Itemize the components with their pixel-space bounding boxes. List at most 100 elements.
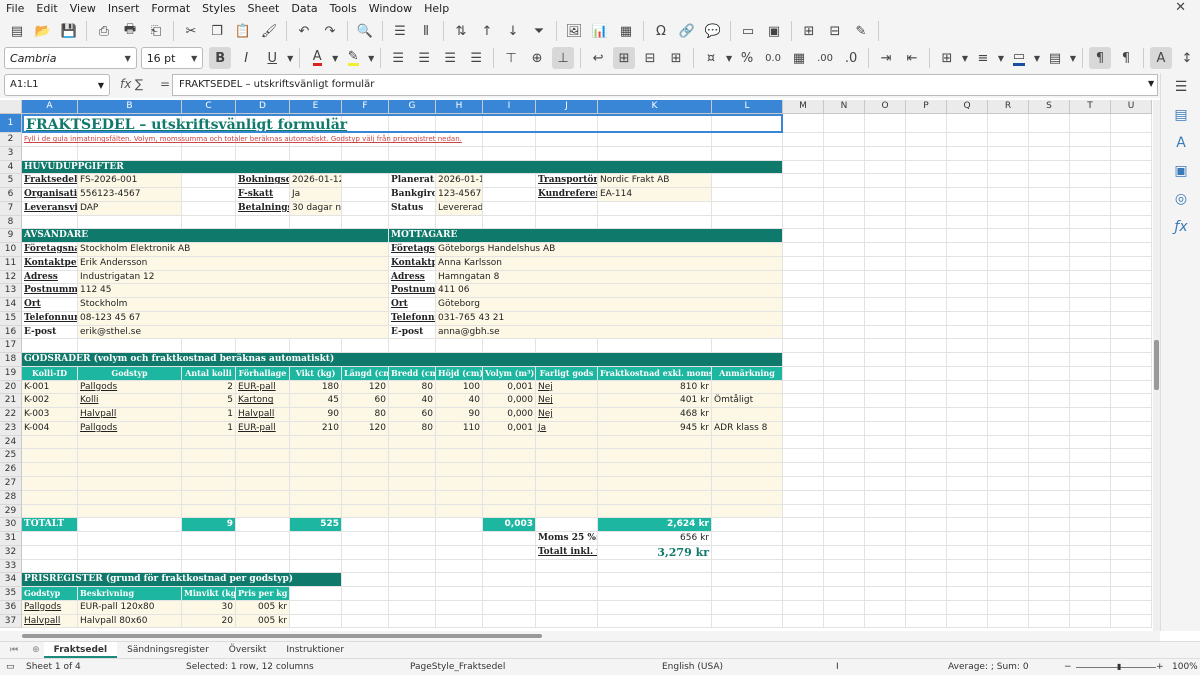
column-header[interactable]: E: [290, 100, 342, 114]
chevron-down-icon[interactable]: ▼: [1068, 47, 1078, 69]
grid-cell[interactable]: [988, 421, 1029, 436]
goods-cell[interactable]: 0,000: [483, 408, 536, 422]
grid-cell[interactable]: [988, 146, 1029, 161]
column-header[interactable]: R: [988, 100, 1029, 114]
goods-cell[interactable]: [290, 449, 342, 464]
grid-cell[interactable]: [947, 284, 988, 299]
grid-cell[interactable]: [906, 435, 947, 450]
goods-column-header[interactable]: Godstyp: [78, 366, 182, 381]
grid-cell[interactable]: [182, 146, 236, 161]
grid-cell[interactable]: [906, 325, 947, 340]
grid-cell[interactable]: [783, 366, 824, 381]
merge-center-icon[interactable]: ⊞: [613, 47, 636, 69]
menu-insert[interactable]: Insert: [102, 2, 146, 15]
align-middle-icon[interactable]: ⊕: [526, 47, 548, 69]
grid-cell[interactable]: [947, 215, 988, 230]
align-left-icon[interactable]: ☰: [387, 47, 409, 69]
grid-cell[interactable]: [865, 339, 906, 354]
goods-cell[interactable]: [342, 490, 389, 505]
name-box[interactable]: A1:L1 ▼: [4, 74, 110, 96]
goods-cell[interactable]: [598, 449, 712, 464]
open-icon[interactable]: 📂: [32, 20, 54, 42]
grid-cell[interactable]: [483, 532, 536, 546]
align-bottom-icon[interactable]: ⊥: [552, 47, 575, 69]
goods-cell[interactable]: Nej: [536, 380, 598, 395]
grid-cell[interactable]: [906, 518, 947, 533]
field-label[interactable]: Transportör: [536, 174, 598, 189]
grid-cell[interactable]: [947, 298, 988, 312]
grid-cell[interactable]: [1111, 380, 1152, 395]
zoom-slider[interactable]: [1076, 667, 1156, 668]
grid-cell[interactable]: [1070, 366, 1111, 381]
field-value[interactable]: Stockholm Elektronik AB: [78, 243, 389, 257]
goods-column-header[interactable]: Anmärkning: [712, 366, 783, 381]
grand-total-value[interactable]: 3,279 kr: [598, 545, 712, 560]
goods-cell[interactable]: Nej: [536, 394, 598, 409]
save-icon[interactable]: 💾: [58, 20, 80, 42]
grid-cell[interactable]: [1070, 160, 1111, 175]
goods-cell[interactable]: 60: [342, 394, 389, 409]
grid-cell[interactable]: [436, 146, 483, 161]
section-header-sender[interactable]: AVSÄNDARE: [22, 229, 389, 244]
goods-cell[interactable]: 5: [182, 394, 236, 409]
grid-cell[interactable]: [1111, 463, 1152, 477]
grid-cell[interactable]: [906, 256, 947, 271]
select-all-corner[interactable]: [0, 100, 22, 114]
goods-cell[interactable]: [22, 504, 78, 519]
grid-cell[interactable]: [988, 114, 1029, 133]
goods-cell[interactable]: [712, 449, 783, 464]
menu-file[interactable]: File: [0, 2, 30, 15]
grid-cell[interactable]: [712, 532, 783, 546]
grid-cell[interactable]: [824, 614, 865, 629]
menu-styles[interactable]: Styles: [196, 2, 241, 15]
grid-cell[interactable]: [947, 545, 988, 560]
grid-cell[interactable]: [906, 532, 947, 546]
menu-icon[interactable]: ☰: [1172, 79, 1190, 97]
goods-cell[interactable]: EUR-pall: [236, 421, 290, 436]
autofilter-icon[interactable]: ⏷: [528, 20, 550, 42]
total-label[interactable]: TOTALT: [22, 518, 78, 533]
grid-cell[interactable]: [1111, 545, 1152, 560]
grid-cell[interactable]: [947, 573, 988, 588]
grid-cell[interactable]: [1070, 353, 1111, 367]
grid-cell[interactable]: [824, 229, 865, 244]
grid-cell[interactable]: [1029, 600, 1070, 615]
form-title[interactable]: FRAKTSEDEL – utskriftsvänligt formulär: [22, 114, 783, 133]
grid-cell[interactable]: [712, 559, 783, 574]
goods-column-header[interactable]: Förhallage: [236, 366, 290, 381]
horizontal-scrollbar[interactable]: [0, 631, 1160, 641]
grid-cell[interactable]: [536, 614, 598, 629]
grid-cell[interactable]: [1111, 114, 1152, 133]
grid-cell[interactable]: [988, 270, 1029, 285]
grid-cell[interactable]: [906, 298, 947, 312]
row-header[interactable]: 12: [0, 270, 22, 285]
grid-cell[interactable]: [483, 174, 536, 189]
grid-cell[interactable]: [824, 270, 865, 285]
grid-cell[interactable]: [712, 146, 783, 161]
chevron-down-icon[interactable]: ▼: [285, 47, 295, 69]
grid-cell[interactable]: [1070, 449, 1111, 464]
grid-cell[interactable]: [947, 477, 988, 491]
grid-cell[interactable]: [712, 600, 783, 615]
grid-cell[interactable]: [865, 229, 906, 244]
goods-cell[interactable]: EUR-pall: [236, 380, 290, 395]
grid-cell[interactable]: [988, 600, 1029, 615]
grid-cell[interactable]: [906, 353, 947, 367]
field-label[interactable]: E-post: [389, 325, 436, 340]
goods-cell[interactable]: [182, 463, 236, 477]
grid-cell[interactable]: [1029, 201, 1070, 216]
justify-icon[interactable]: ☰: [465, 47, 487, 69]
grid-cell[interactable]: [988, 545, 1029, 560]
grid-cell[interactable]: [1029, 532, 1070, 546]
grid-cell[interactable]: [22, 532, 78, 546]
field-label[interactable]: Ort: [22, 298, 78, 312]
align-center-icon[interactable]: ☰: [413, 47, 435, 69]
chevron-down-icon[interactable]: ▼: [960, 47, 970, 69]
field-label[interactable]: Kontaktperson: [22, 256, 78, 271]
goods-cell[interactable]: [598, 490, 712, 505]
price-cell[interactable]: Pallgods: [22, 600, 78, 615]
grid-cell[interactable]: [783, 587, 824, 601]
grid-cell[interactable]: [1029, 449, 1070, 464]
row-header[interactable]: 21: [0, 394, 22, 409]
chevron-down-icon[interactable]: ▼: [330, 47, 340, 69]
